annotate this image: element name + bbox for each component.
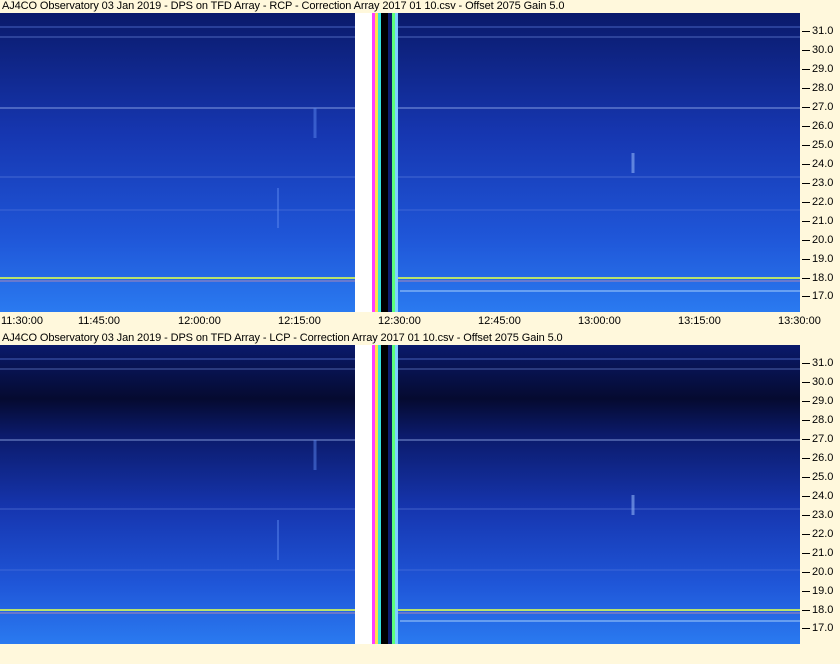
frequency-axis: 31.0 30.0 29.0 28.0 27.0 26.0 25.0 24.0 … [800,345,840,644]
time-label: 11:30:00 [1,315,44,327]
frequency-label: 18.0 [812,272,834,284]
time-label: 12:30:00 [378,315,421,327]
axis-tick [802,296,810,297]
axis-tick [802,145,810,146]
frequency-axis: 31.0 30.0 29.0 28.0 27.0 26.0 25.0 24.0 … [800,13,840,312]
axis-tick [802,221,810,222]
axis-tick [802,183,810,184]
axis-tick [802,240,810,241]
panel-title: AJ4CO Observatory 03 Jan 2019 - DPS on T… [2,332,563,344]
axis-tick [802,534,810,535]
axis-tick [802,259,810,260]
frequency-label: 22.0 [812,528,834,540]
frequency-label: 21.0 [812,547,834,559]
axis-tick [802,420,810,421]
time-axis: 11:30:00 11:45:00 12:00:00 12:15:00 12:3… [0,312,840,332]
frequency-label: 26.0 [812,120,834,132]
time-label: 13:30:00 [778,315,821,327]
axis-tick [802,31,810,32]
axis-tick [802,591,810,592]
frequency-label: 23.0 [812,509,834,521]
axis-tick [802,610,810,611]
frequency-label: 30.0 [812,44,834,56]
spectrogram-plot[interactable] [0,345,800,644]
time-label: 13:00:00 [578,315,621,327]
spectrogram-overlay [0,13,800,312]
frequency-label: 28.0 [812,414,834,426]
axis-tick [802,126,810,127]
spectrogram-panel-lcp: AJ4CO Observatory 03 Jan 2019 - DPS on T… [0,332,840,644]
frequency-label: 27.0 [812,433,834,445]
axis-tick [802,496,810,497]
frequency-label: 25.0 [812,139,834,151]
axis-tick [802,69,810,70]
axis-tick [802,477,810,478]
axis-tick [802,202,810,203]
frequency-label: 17.0 [812,622,834,634]
frequency-label: 23.0 [812,177,834,189]
frequency-label: 26.0 [812,452,834,464]
spectrogram-overlay [0,345,800,644]
frequency-label: 30.0 [812,376,834,388]
axis-tick [802,628,810,629]
axis-tick [802,50,810,51]
time-label: 13:15:00 [678,315,721,327]
frequency-label: 31.0 [812,25,834,37]
axis-tick [802,107,810,108]
frequency-label: 24.0 [812,490,834,502]
frequency-label: 18.0 [812,604,834,616]
axis-tick [802,164,810,165]
frequency-label: 24.0 [812,158,834,170]
frequency-label: 22.0 [812,196,834,208]
axis-tick [802,572,810,573]
axis-tick [802,458,810,459]
axis-tick [802,515,810,516]
axis-tick [802,88,810,89]
axis-tick [802,278,810,279]
axis-tick [802,363,810,364]
time-label: 12:00:00 [178,315,221,327]
time-label: 12:15:00 [278,315,321,327]
frequency-label: 19.0 [812,253,834,265]
axis-tick [802,553,810,554]
axis-tick [802,401,810,402]
spectrogram-panel-rcp: AJ4CO Observatory 03 Jan 2019 - DPS on T… [0,0,840,332]
frequency-label: 27.0 [812,101,834,113]
axis-tick [802,382,810,383]
frequency-label: 17.0 [812,290,834,302]
time-label: 12:45:00 [478,315,521,327]
frequency-label: 20.0 [812,566,834,578]
time-label: 11:45:00 [78,315,121,327]
frequency-label: 19.0 [812,585,834,597]
frequency-label: 28.0 [812,82,834,94]
frequency-label: 29.0 [812,63,834,75]
spectrogram-plot[interactable] [0,13,800,312]
frequency-label: 25.0 [812,471,834,483]
frequency-label: 31.0 [812,357,834,369]
footer-bar [0,644,840,664]
frequency-label: 29.0 [812,395,834,407]
axis-tick [802,439,810,440]
frequency-label: 21.0 [812,215,834,227]
frequency-label: 20.0 [812,234,834,246]
panel-title: AJ4CO Observatory 03 Jan 2019 - DPS on T… [2,0,565,12]
